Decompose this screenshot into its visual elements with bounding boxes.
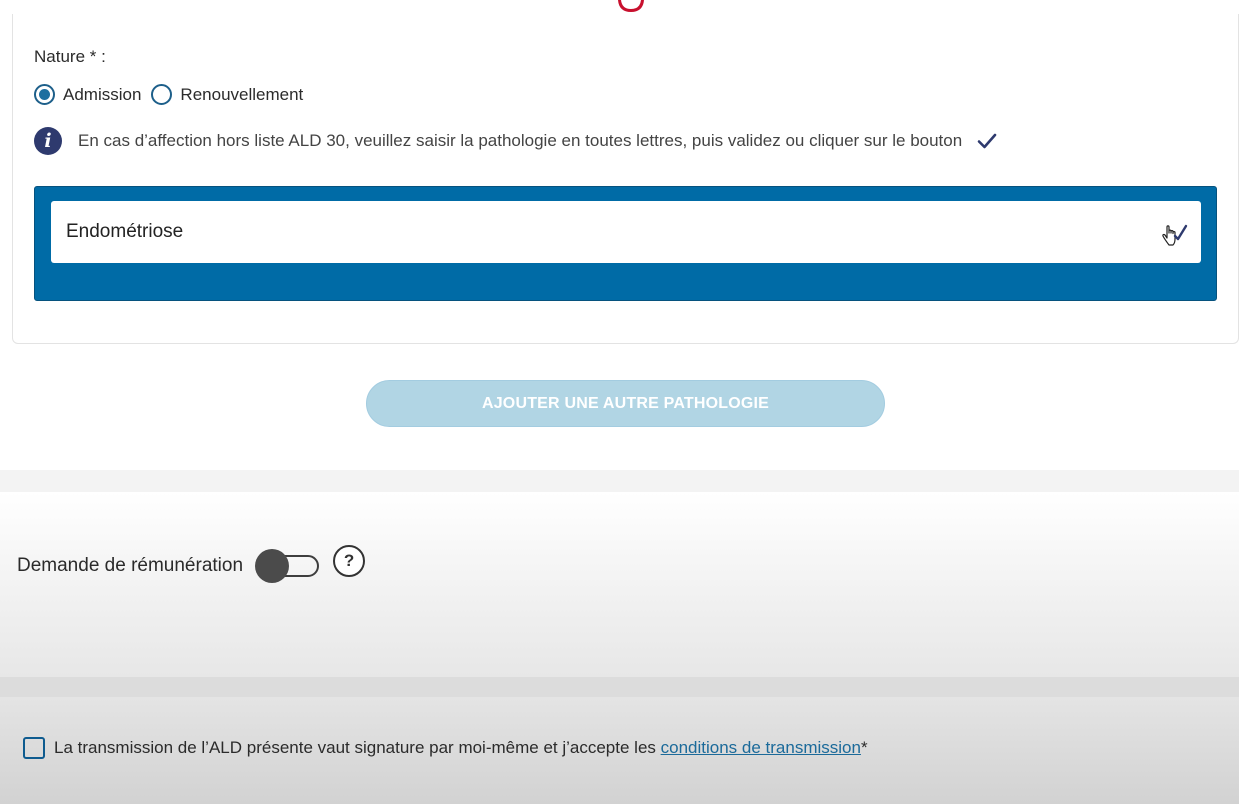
validate-checkmark-icon[interactable] (1158, 219, 1188, 249)
consent-checkbox[interactable] (23, 737, 45, 759)
add-pathology-button[interactable]: AJOUTER UNE AUTRE PATHOLOGIE (366, 380, 885, 427)
remuneration-section (0, 492, 1239, 677)
radio-renouvellement[interactable] (151, 84, 173, 105)
remuneration-row: Demande de rémunération ? (17, 545, 366, 583)
consent-required-star: * (860, 738, 868, 757)
section-separator (0, 470, 1239, 492)
radio-selected-dot (39, 89, 50, 100)
nature-label: Nature * : (34, 47, 106, 66)
consent-row: La transmission de l’ALD présente vaut s… (23, 737, 868, 759)
ald-form-page: Nature * : Admission Renouvellement i En… (0, 0, 1239, 804)
header-strip (0, 0, 1239, 14)
conditions-link[interactable]: conditions de transmission (661, 738, 861, 757)
radio-admission[interactable] (34, 84, 55, 105)
radio-admission-label[interactable]: Admission (63, 85, 141, 105)
help-icon[interactable]: ? (333, 545, 366, 577)
radio-renouvellement-label[interactable]: Renouvellement (180, 85, 303, 105)
consent-text-before: La transmission de l’ALD présente vaut s… (54, 738, 661, 757)
nature-radio-group: Admission Renouvellement (34, 84, 313, 105)
info-message: i En cas d’affection hors liste ALD 30, … (34, 127, 998, 155)
pathology-input-panel (34, 186, 1217, 301)
info-icon: i (34, 127, 62, 155)
consent-text: La transmission de l’ALD présente vaut s… (54, 738, 868, 758)
checkmark-icon (977, 133, 997, 149)
remuneration-toggle[interactable] (253, 549, 321, 583)
section-separator-bottom (0, 677, 1239, 697)
toggle-knob (255, 549, 290, 583)
brand-logo-fragment (618, 0, 644, 14)
pathology-input[interactable] (51, 201, 1201, 263)
info-text: En cas d’affection hors liste ALD 30, ve… (78, 131, 963, 150)
remuneration-label: Demande de rémunération (17, 555, 244, 576)
